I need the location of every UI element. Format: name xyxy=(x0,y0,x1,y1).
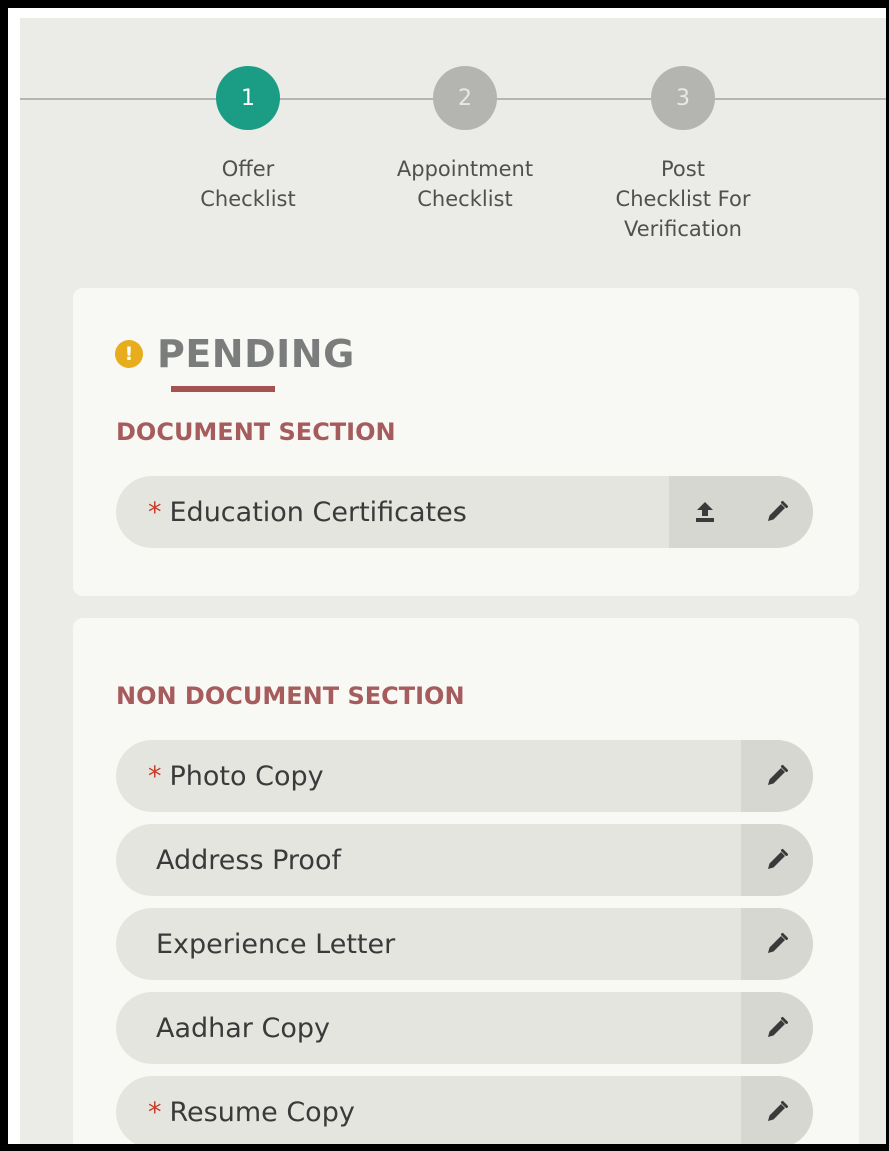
checklist-item-aadhar-copy[interactable]: Aadhar Copy xyxy=(116,992,813,1064)
step-number-circle[interactable]: 1 xyxy=(216,66,280,130)
step-appointment-checklist[interactable]: 2 Appointment Checklist xyxy=(375,66,555,214)
document-section-title: DOCUMENT SECTION xyxy=(116,418,396,446)
required-marker: * xyxy=(148,496,162,528)
step-label: Post Checklist For Verification xyxy=(615,157,751,241)
item-actions xyxy=(741,992,813,1064)
edit-button[interactable] xyxy=(741,908,813,980)
edit-icon xyxy=(768,849,788,869)
step-label: Offer Checklist xyxy=(200,157,296,211)
warning-icon: ! xyxy=(115,340,143,368)
step-number-circle[interactable]: 2 xyxy=(433,66,497,130)
item-label: Experience Letter xyxy=(116,908,741,980)
item-label-text: Address Proof xyxy=(156,844,341,876)
upload-icon xyxy=(696,502,714,522)
checklist-app: 1 Offer Checklist 2 Appointment Checklis… xyxy=(20,18,886,1144)
required-marker: * xyxy=(148,1096,162,1128)
edit-icon xyxy=(768,933,788,953)
checklist-item-address-proof[interactable]: Address Proof xyxy=(116,824,813,896)
non-document-section-title: NON DOCUMENT SECTION xyxy=(116,682,465,710)
item-label-text: Experience Letter xyxy=(156,928,396,960)
item-actions xyxy=(741,740,813,812)
edit-button[interactable] xyxy=(741,824,813,896)
checklist-item-experience-letter[interactable]: Experience Letter xyxy=(116,908,813,980)
edit-icon xyxy=(768,1101,788,1121)
upload-button[interactable] xyxy=(669,476,741,548)
device-screen: 1 Offer Checklist 2 Appointment Checklis… xyxy=(8,8,886,1144)
status-title: PENDING xyxy=(157,332,355,376)
checklist-item-resume-copy[interactable]: * Resume Copy xyxy=(116,1076,813,1144)
checklist-item-education-certificates[interactable]: * Education Certificates xyxy=(116,476,813,548)
item-actions xyxy=(741,908,813,980)
item-label: * Education Certificates xyxy=(116,476,669,548)
item-label: * Resume Copy xyxy=(116,1076,741,1144)
item-label: * Photo Copy xyxy=(116,740,741,812)
step-offer-checklist[interactable]: 1 Offer Checklist xyxy=(158,66,338,214)
item-actions xyxy=(669,476,813,548)
edit-button[interactable] xyxy=(741,992,813,1064)
edit-icon xyxy=(768,765,788,785)
edit-icon xyxy=(768,501,788,521)
item-actions xyxy=(741,824,813,896)
required-marker: * xyxy=(148,760,162,792)
item-label-text: Photo Copy xyxy=(169,760,324,792)
item-label-text: Resume Copy xyxy=(169,1096,355,1128)
item-label-text: Aadhar Copy xyxy=(156,1012,330,1044)
item-label: Address Proof xyxy=(116,824,741,896)
edit-button[interactable] xyxy=(741,1076,813,1144)
item-actions xyxy=(741,1076,813,1144)
step-label: Appointment Checklist xyxy=(396,157,534,211)
item-label: Aadhar Copy xyxy=(116,992,741,1064)
step-post-checklist-verification[interactable]: 3 Post Checklist For Verification xyxy=(593,66,773,244)
edit-icon xyxy=(768,1017,788,1037)
item-label-text: Education Certificates xyxy=(169,496,467,528)
pending-card: ! PENDING DOCUMENT SECTION * Education C… xyxy=(73,288,859,596)
checklist-item-photo-copy[interactable]: * Photo Copy xyxy=(116,740,813,812)
status-header: ! PENDING xyxy=(115,332,355,376)
non-document-card: NON DOCUMENT SECTION * Photo Copy Addres… xyxy=(73,618,859,1144)
status-underline xyxy=(171,386,275,392)
edit-button[interactable] xyxy=(741,476,813,548)
screenshot-border: 1 Offer Checklist 2 Appointment Checklis… xyxy=(0,0,889,1151)
edit-button[interactable] xyxy=(741,740,813,812)
step-number-circle[interactable]: 3 xyxy=(651,66,715,130)
